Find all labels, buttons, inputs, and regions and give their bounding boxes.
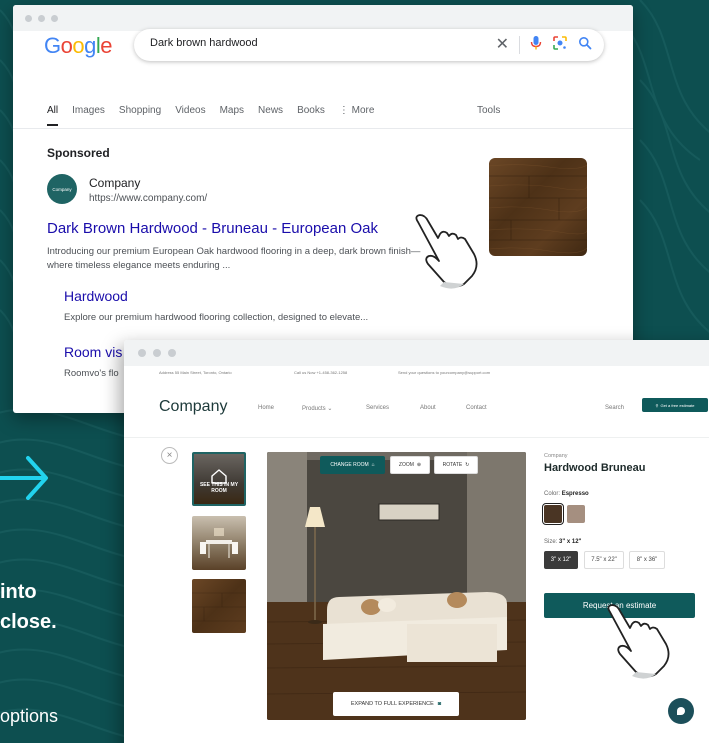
nav-about[interactable]: About <box>420 405 436 411</box>
product-brand: Company <box>544 453 568 459</box>
color-label-text: Color: <box>544 491 561 497</box>
expand-label: EXPAND TO FULL EXPERIENCE <box>350 701 434 707</box>
search-icon: ⚲ <box>655 402 659 408</box>
hero-subtitle: options <box>0 706 59 726</box>
size-label: Size: 3" x 12" <box>544 539 581 545</box>
color-label: Color: Espresso <box>544 491 589 497</box>
tab-shopping[interactable]: Shopping <box>119 105 161 126</box>
contact-bar: Address 55 Main Street, Toronto, Ontario… <box>124 366 709 380</box>
tab-videos[interactable]: Videos <box>175 105 205 126</box>
tab-all[interactable]: All <box>47 105 59 126</box>
search-link[interactable]: Search <box>605 405 624 411</box>
tools-button[interactable]: Tools <box>477 105 500 116</box>
change-room-button[interactable]: CHANGE ROOM ⌂ <box>320 456 385 474</box>
tab-news[interactable]: News <box>258 105 283 126</box>
nav-services[interactable]: Services <box>366 405 389 411</box>
logo-letter: G <box>44 33 61 58</box>
sitelink-hardwood[interactable]: Hardwood <box>64 288 128 304</box>
nav-home[interactable]: Home <box>258 405 274 411</box>
address-text: Address 55 Main Street, Toronto, Ontario <box>159 370 232 375</box>
hero-heading: into close. <box>0 577 57 637</box>
zoom-label: ZOOM <box>398 462 414 468</box>
room-visualizer[interactable]: CHANGE ROOM ⌂ ZOOM ⊕ ROTATE ↻ <box>267 452 526 720</box>
nav-products[interactable]: Products ⌄ <box>302 405 332 412</box>
close-icon[interactable]: ✕ <box>496 34 509 56</box>
advertiser-url[interactable]: https://www.company.com/ <box>89 193 207 204</box>
divider <box>13 128 633 129</box>
email-text[interactable]: Send your questions to yourcompany@suppo… <box>398 370 490 375</box>
chat-button[interactable] <box>668 698 694 724</box>
color-value: Espresso <box>561 491 589 497</box>
google-logo[interactable]: Google <box>44 33 113 59</box>
logo-letter: g <box>84 33 96 58</box>
pointer-hand-icon <box>410 212 486 299</box>
logo-letter: o <box>60 33 73 58</box>
hero-line-1: into <box>0 581 37 603</box>
window-dot <box>38 14 45 22</box>
window-dot <box>25 14 32 22</box>
home-icon: ⌂ <box>371 462 375 468</box>
zoom-icon: ⊕ <box>416 462 422 468</box>
search-tabs: All Images Shopping Videos Maps News Boo… <box>47 105 388 126</box>
logo-letter: e <box>100 33 113 58</box>
chat-icon <box>677 707 685 715</box>
see-in-room-label: SEE THIS IN MY ROOM <box>199 482 239 494</box>
product-title: Hardwood Bruneau <box>544 462 646 474</box>
phone-text[interactable]: Call us Now +1-458-362-1258 <box>294 370 347 375</box>
close-button[interactable]: × <box>161 447 178 464</box>
thumbnail-wood-sample[interactable] <box>192 579 246 633</box>
swatch-espresso[interactable] <box>542 503 564 525</box>
sitelink-description: Explore our premium hardwood flooring co… <box>64 312 369 323</box>
free-estimate-button[interactable]: ⚲ Get a free estimate <box>642 398 708 412</box>
divider <box>519 36 520 54</box>
rotate-label: ROTATE <box>442 462 463 468</box>
tab-books[interactable]: Books <box>297 105 325 126</box>
cta-label: Get a free estimate <box>660 402 695 408</box>
tab-maps[interactable]: Maps <box>220 105 244 126</box>
size-option[interactable]: 3" x 12" <box>544 551 578 569</box>
change-room-label: CHANGE ROOM <box>330 462 369 468</box>
arrow-right-icon <box>0 430 60 505</box>
mic-icon[interactable] <box>530 35 542 56</box>
sponsored-label: Sponsored <box>47 146 110 160</box>
site-header: Company Home Products ⌄ Services About C… <box>124 380 709 438</box>
window-dot <box>51 14 58 22</box>
size-value: 3" x 12" <box>559 539 582 545</box>
zoom-button[interactable]: ZOOM ⊕ <box>390 456 430 474</box>
sitelink-description: Roomvo's flo <box>64 368 119 379</box>
tab-more[interactable]: ⋮ More <box>339 105 375 126</box>
wood-sample-image[interactable] <box>489 158 587 256</box>
tab-images[interactable]: Images <box>72 105 105 126</box>
pointer-hand-icon <box>600 602 680 695</box>
window-titlebar <box>124 340 709 366</box>
sitelink-room-visualizer[interactable]: Room vis <box>64 344 122 360</box>
expand-button[interactable]: EXPAND TO FULL EXPERIENCE ◙ <box>333 692 459 716</box>
window-titlebar <box>13 5 633 31</box>
nav-contact[interactable]: Contact <box>466 405 487 411</box>
lens-icon[interactable] <box>552 35 568 56</box>
search-input[interactable]: Dark brown hardwood <box>150 37 258 49</box>
window-dot <box>168 349 176 357</box>
logo-letter: o <box>72 33 85 58</box>
rotate-icon: ↻ <box>465 462 470 468</box>
camera-icon: ◙ <box>437 701 442 707</box>
size-label-text: Size: <box>544 539 558 545</box>
swatch-taupe[interactable] <box>567 505 585 523</box>
thumbnail-dining-room[interactable] <box>192 516 246 570</box>
advertiser-name[interactable]: Company <box>89 176 140 190</box>
window-dot <box>153 349 161 357</box>
search-icon[interactable] <box>578 36 592 55</box>
site-logo[interactable]: Company <box>159 398 227 416</box>
size-option[interactable]: 8" x 36" <box>629 551 665 569</box>
hero-line-2: close. <box>0 611 57 633</box>
window-dot <box>138 349 146 357</box>
company-favicon[interactable]: Company <box>47 174 77 204</box>
rotate-button[interactable]: ROTATE ↻ <box>434 456 478 474</box>
thumbnail-room-view[interactable]: SEE THIS IN MY ROOM <box>192 452 246 506</box>
search-box[interactable]: Dark brown hardwood ✕ <box>134 29 604 61</box>
size-option[interactable]: 7.5" x 22" <box>584 551 624 569</box>
ad-description: Introducing our premium European Oak har… <box>47 246 421 271</box>
ad-title-link[interactable]: Dark Brown Hardwood - Bruneau - European… <box>47 220 378 237</box>
